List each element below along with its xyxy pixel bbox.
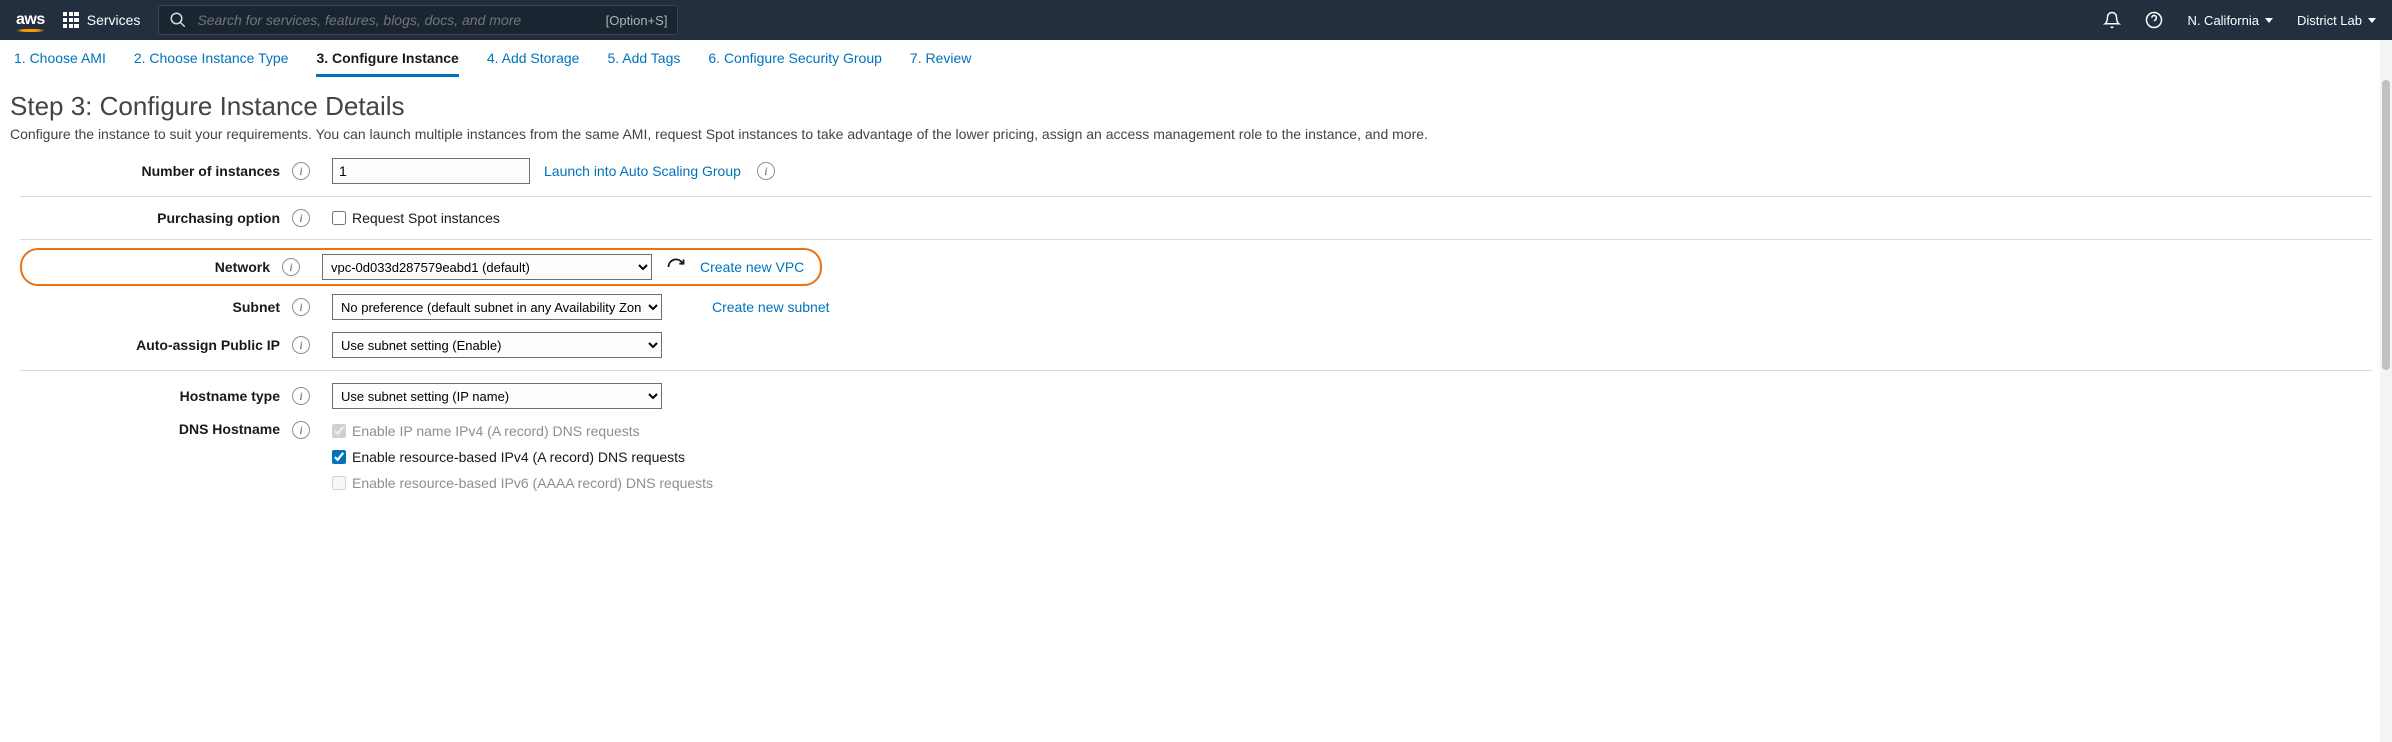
select-network[interactable]: vpc-0d033d287579eabd1 (default) [322, 254, 652, 280]
label-num-instances: Number of instances [20, 163, 290, 179]
grid-icon [63, 12, 79, 28]
scrollbar-thumb[interactable] [2382, 80, 2390, 370]
label-dns: DNS Hostname [20, 421, 290, 437]
region-label: N. California [2187, 13, 2259, 28]
label-purchasing: Purchasing option [20, 210, 290, 226]
row-hostname: Hostname type Use subnet setting (IP nam… [20, 377, 2372, 415]
wizard-step-7[interactable]: 7. Review [910, 50, 971, 77]
checkbox-dns-ipv6-input [332, 476, 346, 490]
page-title: Step 3: Configure Instance Details [10, 91, 2382, 122]
info-icon[interactable] [757, 162, 775, 180]
aws-top-nav: aws Services [Option+S] N. California Di… [0, 0, 2392, 40]
info-icon[interactable] [292, 209, 310, 227]
wizard-step-3[interactable]: 3. Configure Instance [316, 50, 458, 77]
checkbox-dns-ipname-input [332, 424, 346, 438]
select-hostname[interactable]: Use subnet setting (IP name) [332, 383, 662, 409]
chevron-down-icon [2368, 18, 2376, 23]
configure-form: Number of instances Launch into Auto Sca… [0, 148, 2392, 517]
services-label: Services [87, 12, 141, 28]
info-icon[interactable] [292, 298, 310, 316]
info-icon[interactable] [292, 336, 310, 354]
checkbox-dns-ipname-label: Enable IP name IPv4 (A record) DNS reque… [352, 423, 640, 439]
select-subnet[interactable]: No preference (default subnet in any Ava… [332, 294, 662, 320]
checkbox-spot-label: Request Spot instances [352, 210, 500, 226]
checkbox-dns-ipv6-label: Enable resource-based IPv6 (AAAA record)… [352, 475, 713, 491]
wizard-steps: 1. Choose AMI 2. Choose Instance Type 3.… [0, 40, 2392, 77]
page-heading: Step 3: Configure Instance Details Confi… [0, 77, 2392, 148]
bell-icon[interactable] [2103, 11, 2121, 29]
wizard-step-1[interactable]: 1. Choose AMI [14, 50, 106, 77]
wizard-step-2[interactable]: 2. Choose Instance Type [134, 50, 289, 77]
row-auto-ip: Auto-assign Public IP Use subnet setting… [20, 326, 2372, 364]
select-auto-ip[interactable]: Use subnet setting (Enable) [332, 332, 662, 358]
label-network: Network [22, 259, 280, 275]
checkbox-spot[interactable]: Request Spot instances [332, 210, 500, 226]
label-subnet: Subnet [20, 299, 290, 315]
search-shortcut-hint: [Option+S] [606, 13, 668, 28]
wizard-step-6[interactable]: 6. Configure Security Group [708, 50, 882, 77]
row-subnet: Subnet No preference (default subnet in … [20, 288, 2372, 326]
checkbox-spot-input[interactable] [332, 211, 346, 225]
account-menu[interactable]: District Lab [2297, 13, 2376, 28]
link-create-subnet[interactable]: Create new subnet [712, 299, 830, 315]
checkbox-dns-ipv4-input[interactable] [332, 450, 346, 464]
info-icon[interactable] [292, 387, 310, 405]
row-network: Network vpc-0d033d287579eabd1 (default) … [20, 246, 2372, 288]
link-create-vpc[interactable]: Create new VPC [700, 259, 804, 275]
region-selector[interactable]: N. California [2187, 13, 2273, 28]
checkbox-dns-ipv6: Enable resource-based IPv6 (AAAA record)… [332, 475, 713, 491]
account-label: District Lab [2297, 13, 2362, 28]
info-icon[interactable] [292, 421, 310, 439]
network-highlight: Network vpc-0d033d287579eabd1 (default) … [20, 248, 822, 286]
chevron-down-icon [2265, 18, 2273, 23]
nav-right: N. California District Lab [2103, 11, 2376, 29]
row-num-instances: Number of instances Launch into Auto Sca… [20, 152, 2372, 190]
wizard-step-4[interactable]: 4. Add Storage [487, 50, 580, 77]
info-icon[interactable] [282, 258, 300, 276]
label-auto-ip: Auto-assign Public IP [20, 337, 290, 353]
row-dns: DNS Hostname Enable IP name IPv4 (A reco… [20, 415, 2372, 497]
search-icon [169, 11, 187, 29]
aws-logo[interactable]: aws [16, 11, 45, 29]
page-subtitle: Configure the instance to suit your requ… [10, 126, 2382, 142]
link-auto-scaling[interactable]: Launch into Auto Scaling Group [544, 163, 741, 179]
refresh-icon[interactable] [666, 257, 686, 277]
label-hostname: Hostname type [20, 388, 290, 404]
scrollbar[interactable] [2380, 40, 2392, 742]
wizard-step-5[interactable]: 5. Add Tags [607, 50, 680, 77]
global-search[interactable]: [Option+S] [158, 5, 678, 35]
info-icon[interactable] [292, 162, 310, 180]
services-menu-button[interactable]: Services [63, 12, 141, 28]
checkbox-dns-ipv4-label: Enable resource-based IPv4 (A record) DN… [352, 449, 685, 465]
checkbox-dns-ipv4[interactable]: Enable resource-based IPv4 (A record) DN… [332, 449, 713, 465]
input-num-instances[interactable] [332, 158, 530, 184]
search-input[interactable] [197, 12, 595, 28]
checkbox-dns-ipname: Enable IP name IPv4 (A record) DNS reque… [332, 423, 713, 439]
help-icon[interactable] [2145, 11, 2163, 29]
row-purchasing: Purchasing option Request Spot instances [20, 203, 2372, 233]
